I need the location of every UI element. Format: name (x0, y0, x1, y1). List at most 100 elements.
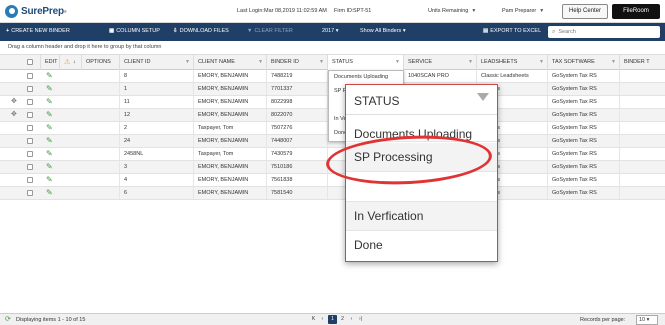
clear-filter-button[interactable]: ▼ Clear Filter (247, 28, 293, 34)
client-name-cell: EMORY, BENJAMIN (193, 109, 266, 121)
next-page-button[interactable]: › (347, 315, 356, 324)
edit-pencil-icon[interactable]: ✎ (46, 136, 53, 146)
table-row[interactable]: ✎6EMORY, BENJAMIN7581540ssheetsGoSystem … (0, 187, 665, 200)
prev-page-button[interactable]: ‹ (318, 315, 327, 324)
refresh-icon[interactable]: ⟳ (5, 316, 11, 324)
client-name-header-label: Client Name (198, 59, 235, 65)
edit-pencil-icon[interactable]: ✎ (46, 110, 53, 120)
filter-icon[interactable]: ▼ (258, 55, 263, 70)
header-edit[interactable]: Edit (40, 55, 59, 70)
edit-pencil-icon[interactable]: ✎ (46, 97, 53, 107)
edit-pencil-icon[interactable]: ✎ (46, 162, 53, 172)
row-checkbox[interactable] (27, 86, 33, 92)
search-input[interactable] (558, 29, 654, 35)
tax-software-cell: GoSystem Tax RS (547, 148, 619, 160)
header-client-name[interactable]: Client Name ▼ (193, 55, 266, 70)
binder-id-cell: 7488219 (266, 70, 327, 82)
group-by-hint: Drag a column header and drop it here to… (8, 44, 162, 50)
client-name-cell: EMORY, BENJAMIN (193, 96, 266, 108)
row-checkbox[interactable] (27, 73, 33, 79)
row-checkbox[interactable] (27, 164, 33, 170)
grid-footer: ⟳ Displaying items 1 - 10 of 15 K ‹ 1 2 … (0, 313, 665, 325)
column-setup-label: Column Setup (116, 28, 160, 34)
grid-icon: ▦ (109, 28, 115, 34)
service-header-label: Service (408, 59, 433, 65)
page-2-button[interactable]: 2 (338, 315, 347, 324)
select-all-checkbox[interactable] (27, 59, 33, 65)
tax-software-cell: GoSystem Tax RS (547, 83, 619, 95)
toolbar: + Create New Binder ▦ Column Setup ⇩ Downlo… (0, 23, 665, 41)
header-tax-software[interactable]: Tax Software ▼ (547, 55, 619, 70)
excel-icon: ▤ (483, 28, 489, 34)
zoom-option-done[interactable]: Done (346, 231, 497, 260)
filter-icon[interactable]: ▼ (319, 55, 324, 70)
row-checkbox[interactable] (27, 138, 33, 144)
last-login-value: Mar 08,2019 11:02:59 AM (264, 8, 327, 14)
download-files-button[interactable]: ⇩ Download Files (173, 28, 229, 34)
table-row[interactable]: ✎4EMORY, BENJAMIN7561838ssheetsGoSystem … (0, 174, 665, 187)
filter-icon[interactable]: ▼ (468, 55, 473, 70)
last-page-button[interactable]: ›| (356, 315, 365, 324)
header-binder-type[interactable]: Binder T (619, 55, 665, 70)
tax-software-header-label: Tax Software (552, 59, 595, 65)
filter-icon[interactable]: ▼ (395, 55, 400, 70)
filter-icon: ▼ (247, 28, 253, 34)
binder-id-cell: 8022070 (266, 109, 327, 121)
edit-pencil-icon[interactable]: ✎ (46, 71, 53, 81)
move-handle-icon[interactable]: ✥ (11, 110, 17, 120)
show-binders-dropdown[interactable]: Show All Binders ▾ (360, 28, 406, 34)
edit-pencil-icon[interactable]: ✎ (46, 123, 53, 133)
first-page-button[interactable]: K (309, 315, 318, 324)
grid-header: Edit ⚠ ↓ Options Client ID ▼ Client Name ▼ … (0, 54, 665, 70)
edit-pencil-icon[interactable]: ✎ (46, 175, 53, 185)
filter-icon[interactable]: ▼ (611, 55, 616, 70)
row-checkbox[interactable] (27, 125, 33, 131)
binder-id-cell: 7510186 (266, 161, 327, 173)
header-flags[interactable]: ⚠ ↓ (59, 55, 81, 70)
binder-type-cell (619, 122, 665, 134)
filter-icon[interactable]: ▼ (539, 55, 544, 70)
year-dropdown[interactable]: 2017 ▾ (322, 28, 339, 34)
row-checkbox[interactable] (27, 151, 33, 157)
header-service[interactable]: Service ▼ (403, 55, 476, 70)
sureprep-logo[interactable]: SurePrep ® (5, 4, 67, 19)
client-id-cell: 12 (119, 109, 193, 121)
edit-pencil-icon[interactable]: ✎ (46, 188, 53, 198)
edit-pencil-icon[interactable]: ✎ (46, 149, 53, 159)
download-files-label: Download Files (179, 28, 229, 34)
units-remaining-dropdown[interactable]: Units Remaining ▼ (428, 8, 476, 14)
header-binder-id[interactable]: Binder ID ▼ (266, 55, 327, 70)
records-per-page-select[interactable]: 10 ▾ (636, 315, 658, 325)
binder-type-cell (619, 109, 665, 121)
row-checkbox[interactable] (27, 190, 33, 196)
edit-pencil-icon[interactable]: ✎ (46, 84, 53, 94)
fileroom-button[interactable]: FileRoom (612, 4, 660, 19)
page-1-button[interactable]: 1 (328, 315, 337, 324)
create-new-binder-button[interactable]: + Create New Binder (6, 28, 70, 34)
status-option[interactable]: Documents Uploading (334, 74, 388, 80)
header-options[interactable]: Options (81, 55, 119, 70)
client-id-header-label: Client ID (124, 59, 151, 65)
header-client-id[interactable]: Client ID ▼ (119, 55, 193, 70)
leadsheets-header-label: Leadsheets (481, 59, 518, 65)
tax-software-cell: GoSystem Tax RS (547, 135, 619, 147)
client-id-cell: 8 (119, 70, 193, 82)
client-name-cell: EMORY, BENJAMIN (193, 70, 266, 82)
filter-icon[interactable]: ▼ (185, 55, 190, 70)
firm-id-label: Firm ID: (334, 8, 354, 14)
header-select-all[interactable] (22, 55, 40, 70)
zoom-option-in-verfication[interactable]: In Verfication (346, 202, 497, 231)
row-checkbox[interactable] (27, 99, 33, 105)
export-excel-button[interactable]: ▤ Export to Excel (483, 28, 541, 34)
row-checkbox[interactable] (27, 177, 33, 183)
header-leadsheets[interactable]: Leadsheets ▼ (476, 55, 547, 70)
user-dropdown[interactable]: Pam Preparer ▼ (502, 8, 544, 14)
move-handle-icon[interactable]: ✥ (11, 97, 17, 107)
header-status[interactable]: Status ▼ (327, 55, 403, 70)
column-setup-button[interactable]: ▦ Column Setup (109, 28, 160, 34)
row-checkbox[interactable] (27, 112, 33, 118)
help-center-button[interactable]: Help Center (562, 4, 608, 19)
chevron-down-icon: ▾ (646, 317, 650, 323)
tax-software-cell: GoSystem Tax RS (547, 174, 619, 186)
client-name-cell: EMORY, BENJAMIN (193, 83, 266, 95)
